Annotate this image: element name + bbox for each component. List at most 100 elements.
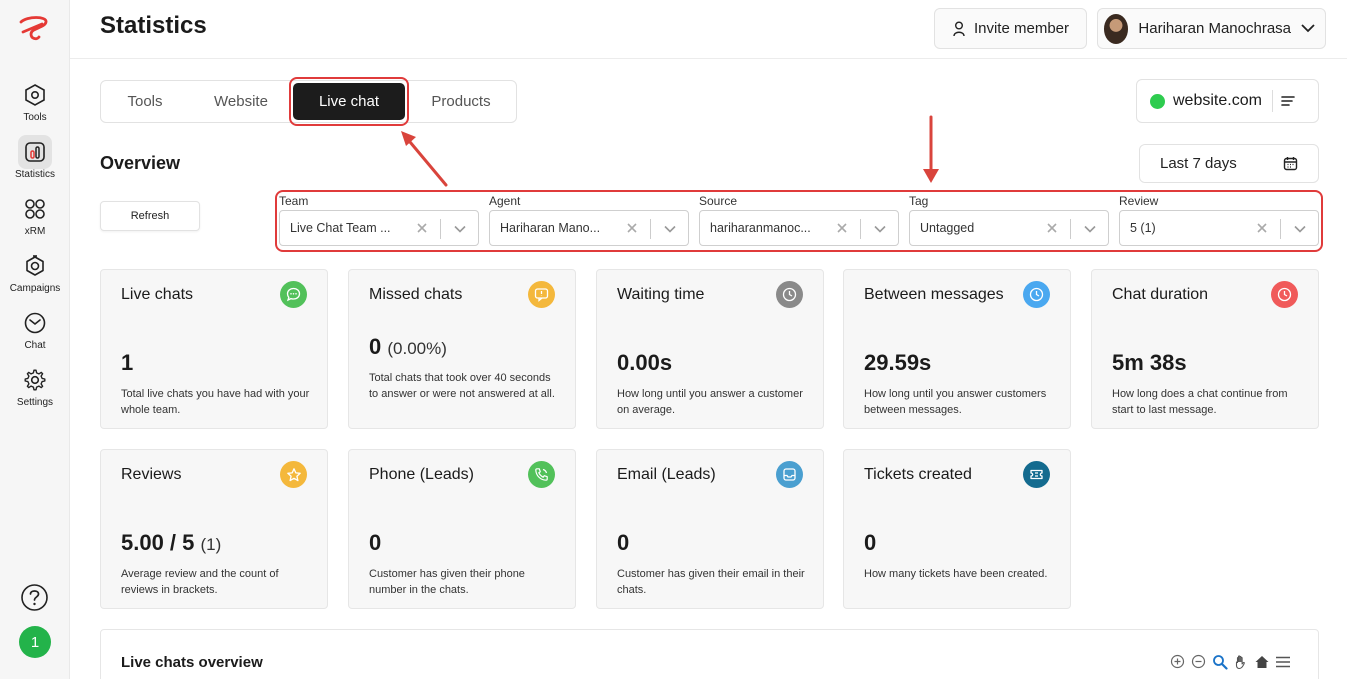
sidebar-item-xrm[interactable]: xRM bbox=[0, 192, 70, 237]
stat-card-between-messages: Between messages 29.59s How long until y… bbox=[843, 269, 1071, 429]
divider bbox=[650, 219, 651, 239]
zoom-out-icon[interactable] bbox=[1190, 653, 1207, 670]
card-value: 0 bbox=[864, 530, 877, 555]
card-value: 1 bbox=[121, 350, 134, 375]
card-value: 0 (0.00%) bbox=[369, 334, 447, 359]
home-icon[interactable] bbox=[1253, 653, 1270, 670]
magnifier-icon[interactable] bbox=[1211, 653, 1228, 670]
sidebar-item-campaigns[interactable]: Campaigns bbox=[0, 249, 70, 294]
refresh-button[interactable]: Refresh bbox=[100, 201, 200, 231]
missed-chat-icon bbox=[528, 281, 555, 308]
help-icon[interactable] bbox=[20, 583, 49, 612]
status-dot bbox=[1150, 93, 1165, 109]
card-title: Tickets created bbox=[864, 466, 972, 483]
tab-highlight-outline bbox=[289, 77, 409, 126]
calendar-icon bbox=[1283, 156, 1298, 171]
agent-select[interactable]: Hariharan Mano... bbox=[489, 210, 689, 246]
phone-icon bbox=[528, 461, 555, 488]
date-range-picker[interactable]: Last 7 days bbox=[1139, 144, 1319, 183]
sidebar-item-label: Tools bbox=[23, 112, 47, 123]
card-value: 0.00s bbox=[617, 350, 673, 375]
tag-select[interactable]: Untagged bbox=[909, 210, 1109, 246]
date-range-label: Last 7 days bbox=[1160, 155, 1237, 172]
card-description: How long until you answer customers betw… bbox=[864, 388, 1047, 416]
sidebar-item-chat[interactable]: Chat bbox=[0, 306, 70, 351]
card-value: 0 bbox=[617, 530, 630, 555]
card-title: Phone (Leads) bbox=[369, 466, 474, 483]
header: Statistics Invite member Hariharan Manoc… bbox=[70, 0, 1347, 59]
card-title: Waiting time bbox=[617, 286, 705, 303]
pan-hand-icon[interactable] bbox=[1232, 653, 1249, 670]
filter-review: Review 5 (1) bbox=[1119, 194, 1319, 246]
card-value: 5.00 / 5 (1) bbox=[121, 530, 222, 555]
chevron-down-icon[interactable] bbox=[873, 223, 887, 235]
star-icon bbox=[280, 461, 307, 488]
card-title: Between messages bbox=[864, 286, 1004, 303]
profile-name: Hariharan Manochrasa bbox=[1138, 20, 1291, 37]
chevron-down-icon[interactable] bbox=[1083, 223, 1097, 235]
user-badge[interactable]: 1 bbox=[19, 626, 51, 658]
filter-value: Hariharan Mano... bbox=[500, 221, 601, 235]
app-root: Tools Statistics xRM Campaigns Chat Sett… bbox=[0, 0, 1347, 679]
sidebar-item-settings[interactable]: Settings bbox=[0, 363, 70, 408]
profile-menu[interactable]: Hariharan Manochrasa bbox=[1097, 8, 1326, 49]
chevron-down-icon bbox=[1301, 24, 1315, 33]
card-description: Customer has given their email in their … bbox=[617, 568, 805, 596]
tab-products[interactable]: Products bbox=[411, 81, 511, 122]
filter-source: Source hariharanmanoc... bbox=[699, 194, 899, 246]
filter-value: Untagged bbox=[920, 221, 975, 235]
card-title: Missed chats bbox=[369, 286, 463, 303]
card-description: Average review and the count of reviews … bbox=[121, 568, 279, 596]
card-title: Email (Leads) bbox=[617, 466, 716, 483]
live-chats-overview-panel: Live chats overview bbox=[100, 629, 1319, 679]
stat-card-waiting-time: Waiting time 0.00s How long until you an… bbox=[596, 269, 824, 429]
website-selector[interactable]: website.com bbox=[1136, 79, 1319, 123]
sidebar-item-tools[interactable]: Tools bbox=[0, 78, 70, 123]
clear-icon[interactable] bbox=[836, 222, 848, 234]
filter-label: Team bbox=[279, 194, 309, 208]
card-value: 29.59s bbox=[864, 350, 932, 375]
sidebar-item-statistics[interactable]: Statistics bbox=[0, 135, 70, 180]
team-select[interactable]: Live Chat Team ... bbox=[279, 210, 479, 246]
card-description: Total live chats you have had with your … bbox=[121, 388, 310, 416]
hexagon-icon bbox=[18, 78, 52, 112]
card-value: 0 bbox=[369, 530, 382, 555]
inbox-icon bbox=[776, 461, 803, 488]
menu-icon[interactable] bbox=[1274, 653, 1291, 670]
invite-member-button[interactable]: Invite member bbox=[934, 8, 1087, 49]
chat-bubble-icon bbox=[280, 281, 307, 308]
zoom-in-icon[interactable] bbox=[1169, 653, 1186, 670]
chevron-down-icon[interactable] bbox=[453, 223, 467, 235]
review-select[interactable]: 5 (1) bbox=[1119, 210, 1319, 246]
source-select[interactable]: hariharanmanoc... bbox=[699, 210, 899, 246]
tab-website[interactable]: Website bbox=[195, 81, 287, 122]
card-value: 5m 38s bbox=[1112, 350, 1187, 375]
tab-tools[interactable]: Tools bbox=[101, 81, 189, 122]
clear-icon[interactable] bbox=[1256, 222, 1268, 234]
card-description: How long until you answer a customer on … bbox=[617, 388, 803, 416]
clock-icon bbox=[1271, 281, 1298, 308]
card-description: How many tickets have been created. bbox=[864, 568, 1048, 580]
divider bbox=[1070, 219, 1071, 239]
logo-icon[interactable] bbox=[17, 12, 53, 44]
sidebar-item-label: Campaigns bbox=[9, 283, 61, 294]
filter-team: Team Live Chat Team ... bbox=[279, 194, 479, 246]
divider bbox=[1280, 219, 1281, 239]
clear-icon[interactable] bbox=[416, 222, 428, 234]
section-title: Overview bbox=[100, 153, 181, 173]
avatar bbox=[1104, 13, 1129, 44]
menu-lines-icon[interactable] bbox=[1281, 95, 1295, 107]
sidebar: Tools Statistics xRM Campaigns Chat Sett… bbox=[0, 0, 70, 679]
annotation-arrow-icon bbox=[401, 131, 448, 187]
clear-icon[interactable] bbox=[626, 222, 638, 234]
bar-chart-icon bbox=[18, 135, 52, 169]
clear-icon[interactable] bbox=[1046, 222, 1058, 234]
grid-icon bbox=[18, 192, 52, 226]
sidebar-item-label: xRM bbox=[24, 226, 46, 237]
chevron-down-icon[interactable] bbox=[1293, 223, 1307, 235]
chevron-down-icon[interactable] bbox=[663, 223, 677, 235]
user-add-icon bbox=[952, 21, 966, 37]
chart-toolbar bbox=[1169, 653, 1291, 670]
website-selector-label: website.com bbox=[1173, 92, 1262, 109]
stat-card-reviews: Reviews 5.00 / 5 (1) Average review and … bbox=[100, 449, 328, 609]
